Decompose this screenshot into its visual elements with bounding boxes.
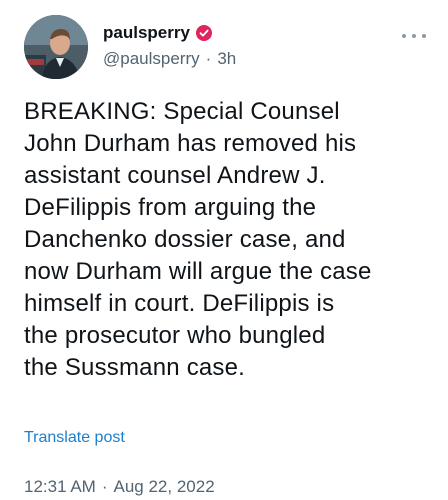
author-handle[interactable]: @paulsperry xyxy=(103,49,200,68)
separator-dot: · xyxy=(101,477,108,496)
verified-badge-icon xyxy=(195,25,212,41)
avatar-photo xyxy=(24,15,88,79)
author-handle-row: @paulsperry · 3h xyxy=(103,48,236,70)
more-dot xyxy=(402,34,406,38)
translate-post-link[interactable]: Translate post xyxy=(24,428,125,448)
more-dot xyxy=(422,34,426,38)
more-dot xyxy=(412,34,416,38)
more-options-icon[interactable] xyxy=(402,28,426,44)
relative-time[interactable]: 3h xyxy=(217,49,236,68)
separator-dot: · xyxy=(205,49,212,68)
tweet-text: BREAKING: Special Counsel John Durham ha… xyxy=(24,98,372,381)
author-name-row[interactable]: paulsperry xyxy=(103,22,212,44)
tweet-time[interactable]: 12:31 AM xyxy=(24,477,96,496)
avatar[interactable] xyxy=(24,15,88,79)
tweet-date[interactable]: Aug 22, 2022 xyxy=(114,477,215,496)
tweet-timestamp: 12:31 AM · Aug 22, 2022 xyxy=(24,476,215,498)
author-display-name[interactable]: paulsperry xyxy=(103,22,190,44)
